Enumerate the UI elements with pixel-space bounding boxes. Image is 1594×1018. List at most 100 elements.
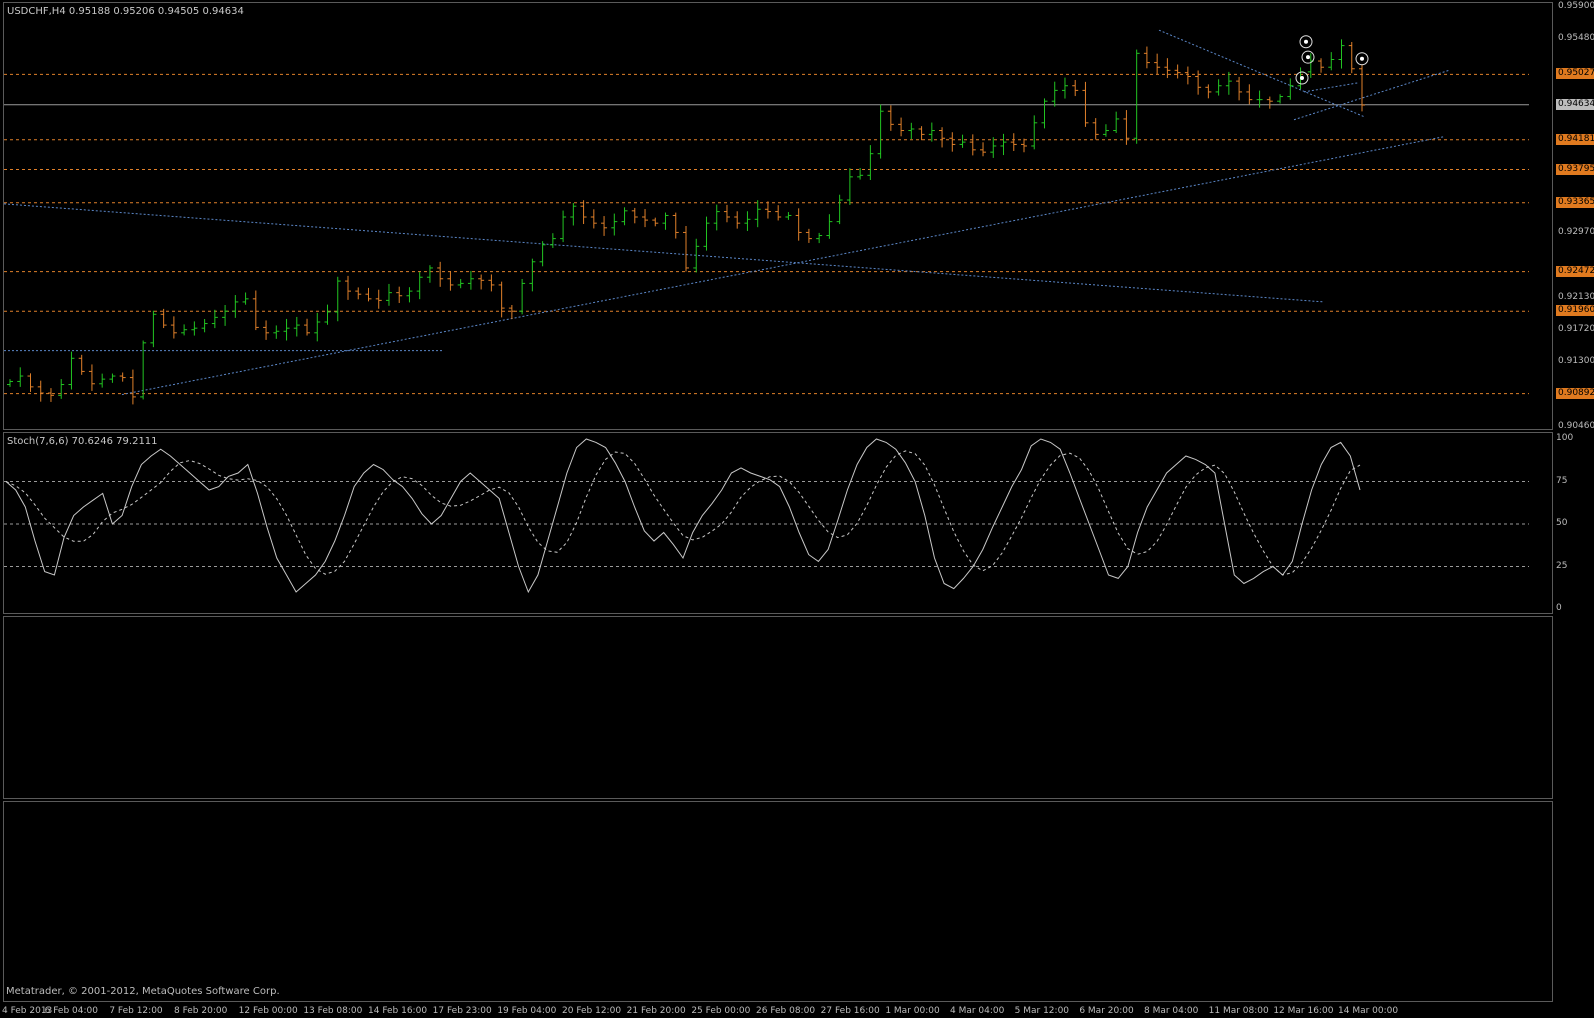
fractal-marker-icon [1301,50,1315,64]
candle [293,316,300,337]
candle [867,145,874,180]
price-axis-label: 0.90460 [1558,421,1594,431]
candle [365,287,372,302]
candle [47,388,54,402]
candle [324,304,331,325]
candle [908,122,915,140]
candle [969,134,976,156]
candle [1266,96,1273,109]
fractal-marker-icon [1295,71,1309,85]
empty-indicator-pane-1[interactable] [3,616,1553,799]
candle [662,212,669,230]
candle [1205,84,1212,99]
time-axis-label: 25 Feb 00:00 [691,1006,751,1016]
stochastic-pane[interactable]: Stoch(7,6,6) 70.6246 79.2111 [3,432,1553,614]
time-axis-label: 14 Mar 00:00 [1338,1006,1399,1016]
candle [1328,52,1335,71]
candle [181,324,188,336]
candle [672,212,679,239]
price-chart[interactable] [4,3,1552,429]
candle [119,372,126,382]
candle [877,104,884,159]
price-axis-label: 0.95480 [1558,33,1594,44]
candle [447,270,454,291]
candle [396,286,403,303]
candle [78,354,85,375]
price-chart-pane[interactable]: USDCHF,H4 0.95188 0.95206 0.94505 0.9463… [3,2,1553,430]
time-axis-label: 4 Mar 04:00 [950,1006,1005,1016]
trend-line [1158,29,1365,118]
trend-line [1303,82,1360,93]
candle [1348,41,1355,74]
candle [457,278,464,289]
candle [7,379,13,387]
candle [58,379,65,399]
candle [713,204,720,231]
fractal-marker-icon [1355,52,1369,66]
candle [1051,81,1058,107]
candle [539,241,546,267]
candle [1225,71,1232,95]
candle [27,373,34,392]
candle [590,209,597,229]
price-axis-label: 0.90892 [1556,387,1594,399]
time-axis-label: 13 Feb 08:00 [303,1006,363,1016]
price-axis-label: 0.92472 [1556,265,1594,277]
copyright-label: Metatrader, © 2001-2012, MetaQuotes Soft… [6,986,280,997]
candle [785,212,792,220]
time-axis-label: 21 Feb 20:00 [626,1006,686,1016]
candle [1277,94,1284,104]
candle [1184,66,1191,85]
candle [375,289,382,309]
price-axis-label: 0.94181 [1556,133,1594,145]
candle [222,305,229,326]
candle [519,278,526,315]
candle [1061,77,1068,99]
time-axis-label: 12 Mar 16:00 [1273,1006,1334,1016]
candle [488,274,495,292]
price-axis-label: 0.92130 [1558,292,1594,303]
candle [631,207,638,224]
candle [1010,133,1017,151]
price-axis-label: 0.91300 [1558,356,1594,367]
candle [601,216,608,236]
candle [703,216,710,251]
time-axis-label: 26 Feb 08:00 [756,1006,816,1016]
time-axis-label: 8 Mar 04:00 [1144,1006,1199,1016]
trend-line [4,203,1325,303]
candle [621,207,628,226]
candle [611,213,618,236]
price-axis: 0.95900 0.95480 0.95027 0.94634 0.94181 0.937… [1556,0,1594,431]
candle [1041,98,1048,129]
candle [17,367,24,387]
time-axis-label: 1 Mar 00:00 [885,1006,940,1016]
stochastic-chart[interactable] [4,433,1552,613]
candle [345,275,351,300]
candle [683,225,689,272]
candle [1092,118,1099,140]
candle [160,308,167,329]
candle [652,217,659,227]
time-axis: 4 Feb 2013 6 Feb 04:00 7 Feb 12:00 8 Feb 20… [0,1004,1560,1018]
candle [529,258,536,292]
candle [805,228,812,243]
candle [273,325,280,339]
candle [1236,76,1243,101]
candle [283,318,290,341]
candle [836,194,843,225]
empty-indicator-pane-2[interactable] [3,801,1553,1002]
time-axis-label: 8 Feb 20:00 [174,1006,228,1016]
time-axis-label: 7 Feb 12:00 [109,1006,163,1016]
candle [1164,58,1171,79]
candle [37,380,44,402]
candle [826,214,833,239]
trend-line [121,136,1445,396]
candle [211,309,218,329]
price-axis-label: 0.91720 [1558,323,1594,334]
candle [304,318,311,336]
candle [939,127,946,148]
candle [232,295,239,318]
candle [467,270,474,290]
candle [263,320,270,340]
price-axis-label: 0.95900 [1558,1,1594,11]
